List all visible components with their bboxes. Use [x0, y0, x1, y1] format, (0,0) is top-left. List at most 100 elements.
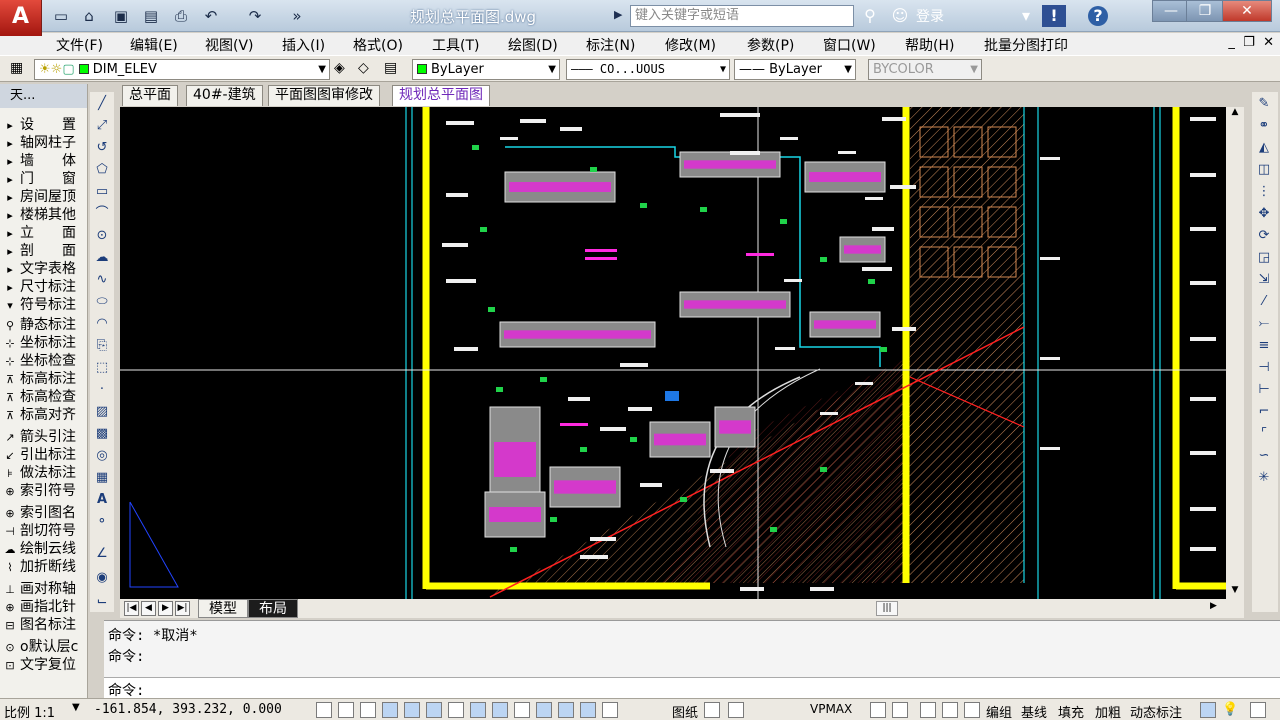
panel-item[interactable]: ☁ 绘制云线 [0, 538, 88, 557]
search-input[interactable]: 键入关键字或短语 [630, 5, 854, 27]
dynamic-input-icon[interactable] [514, 702, 530, 718]
gradient-icon[interactable]: ▩ [92, 424, 112, 444]
quick-view-layouts-icon[interactable] [704, 702, 720, 718]
copy-icon[interactable]: ⚭ [1254, 116, 1274, 136]
panel-item[interactable]: ⊥ 画对称轴 [0, 578, 88, 597]
menu-format[interactable]: 格式(O) [353, 35, 403, 55]
dropdown-icon[interactable]: ▾ [1014, 5, 1038, 27]
quick-properties-icon[interactable] [580, 702, 596, 718]
rectangle-icon[interactable]: ▭ [92, 182, 112, 202]
construction-line-icon[interactable]: ⤢ [92, 116, 112, 136]
panel-item[interactable]: ↗ 箭头引注 [0, 426, 88, 445]
table-icon[interactable]: ▦ [92, 468, 112, 488]
binoculars-icon[interactable]: ⚲ [858, 5, 882, 27]
annotation-visibility-icon[interactable] [870, 702, 886, 718]
circle-icon[interactable]: ⊙ [92, 226, 112, 246]
open-file-icon[interactable]: ⌂ [78, 6, 100, 26]
tab-plan-review[interactable]: 平面图图审修改 [268, 85, 380, 106]
blend-icon[interactable]: ∽ [1254, 446, 1274, 466]
lightbulb-icon[interactable]: 💡 [1222, 702, 1238, 717]
first-layout-icon[interactable]: |◀ [124, 601, 139, 616]
menu-window[interactable]: 窗口(W) [823, 35, 876, 55]
panel-item[interactable]: ⊡ 文字复位 [0, 654, 88, 673]
panel-item[interactable]: ▸ 设 置 [0, 114, 88, 133]
panel-item[interactable]: ⊹ 坐标检查 [0, 350, 88, 369]
fillet-icon[interactable]: ⌜ [1254, 424, 1274, 444]
object-snap-icon[interactable] [426, 702, 442, 718]
panel-item[interactable]: ▸ 房间屋顶 [0, 186, 88, 205]
vpmax-button[interactable]: VPMAX [810, 702, 852, 716]
3d-osnap-icon[interactable] [448, 702, 464, 718]
panel-item[interactable]: ⌇ 加折断线 [0, 556, 88, 575]
ellipse-icon[interactable]: ⬭ [92, 292, 112, 312]
more-icon[interactable]: » [286, 6, 308, 26]
command-input[interactable]: 命令: [104, 677, 1280, 699]
extend-icon[interactable]: ⤚ [1254, 314, 1274, 334]
minimize-button[interactable]: — [1152, 0, 1190, 22]
menu-parametric[interactable]: 参数(P) [747, 35, 794, 55]
panel-item[interactable]: ⊼ 标高标注 [0, 368, 88, 387]
mdi-window-controls[interactable]: _ ❐ ✕ [1228, 35, 1274, 50]
transparency-icon[interactable] [558, 702, 574, 718]
panel-item[interactable]: ⊼ 标高对齐 [0, 404, 88, 423]
panel-item[interactable]: ⊧ 做法标注 [0, 462, 88, 481]
chevron-down-icon[interactable]: ▼ [72, 702, 80, 713]
panel-item[interactable]: ⊹ 坐标标注 [0, 332, 88, 351]
panel-item[interactable]: ⊣ 剖切符号 [0, 520, 88, 539]
print-icon[interactable]: ⎙ [170, 6, 192, 26]
allow-ucs-icon[interactable] [492, 702, 508, 718]
panel-item[interactable]: ↙ 引出标注 [0, 444, 88, 463]
panel-item[interactable]: ▸ 立 面 [0, 222, 88, 241]
exchange-icon[interactable]: ! [1042, 5, 1066, 27]
color-dropdown[interactable]: ByLayer ▼ [412, 59, 560, 80]
menu-edit[interactable]: 编辑(E) [130, 35, 178, 55]
chamfer-icon[interactable]: ⌐ [1254, 402, 1274, 422]
tab-model[interactable]: 模型 [198, 599, 248, 618]
undo-icon[interactable]: ↶ [200, 6, 222, 26]
rotate-icon[interactable]: ⟳ [1254, 226, 1274, 246]
auto-scale-icon[interactable] [892, 702, 908, 718]
panel-item[interactable]: ⊕ 画指北针 [0, 596, 88, 615]
region-icon[interactable]: ◎ [92, 446, 112, 466]
menu-dimension[interactable]: 标注(N) [586, 35, 635, 55]
clean-screen-icon[interactable] [1250, 702, 1266, 718]
panel-item[interactable]: ⊙ o默认层c [0, 636, 88, 655]
redo-icon[interactable]: ↷ [244, 6, 266, 26]
insert-block-icon[interactable]: ⎘ [92, 336, 112, 356]
layer-states-icon[interactable]: ▤ [384, 60, 397, 76]
panel-item[interactable]: ▸ 文字表格 [0, 258, 88, 277]
quick-group[interactable]: 编组 [986, 702, 1012, 720]
save-as-icon[interactable]: ▤ [140, 6, 162, 26]
tab-40-building[interactable]: 40#-建筑 [186, 85, 263, 106]
panel-item[interactable]: ▾ 符号标注 [0, 294, 88, 313]
scroll-down-icon[interactable]: ▼ [1226, 585, 1244, 599]
panel-item[interactable]: ⊼ 标高检查 [0, 386, 88, 405]
menu-modify[interactable]: 修改(M) [665, 35, 716, 55]
panel-item[interactable]: ▸ 门 窗 [0, 168, 88, 187]
panel-item[interactable]: ▸ 轴网柱子 [0, 132, 88, 151]
panel-item[interactable]: ⊕ 索引符号 [0, 480, 88, 499]
object-tracking-icon[interactable] [470, 702, 486, 718]
point-icon[interactable]: · [92, 380, 112, 400]
vertical-scrollbar[interactable]: ▲ ▼ [1226, 107, 1244, 599]
ucs-icon[interactable]: ⌙ [92, 592, 112, 612]
search-expand-icon[interactable]: ▶ [614, 8, 626, 24]
annotation-scale[interactable]: 比例 1:1 [4, 702, 55, 720]
layer-manager-icon[interactable]: ▦ [10, 60, 23, 76]
panel-item[interactable]: ▸ 尺寸标注 [0, 276, 88, 295]
menu-tools[interactable]: 工具(T) [432, 35, 479, 55]
scroll-grip-icon[interactable]: ≡ [1254, 336, 1274, 356]
explode-icon[interactable]: ✳ [1254, 468, 1274, 488]
paper-space-button[interactable]: 图纸 [672, 702, 698, 720]
join-icon[interactable]: ⊢ [1254, 380, 1274, 400]
infer-constraints-icon[interactable] [316, 702, 332, 718]
navigation-icon[interactable]: ◉ [92, 568, 112, 588]
help-icon[interactable]: ? [1088, 6, 1108, 26]
snap-mode-icon[interactable] [338, 702, 354, 718]
grid-display-icon[interactable] [360, 702, 376, 718]
maximize-button[interactable]: ❐ [1186, 0, 1224, 22]
polyline-icon[interactable]: ↺ [92, 138, 112, 158]
toolbar-lock-icon[interactable] [1200, 702, 1216, 718]
plotstyle-dropdown[interactable]: BYCOLOR ▼ [868, 59, 982, 80]
break-icon[interactable]: ⊣ [1254, 358, 1274, 378]
